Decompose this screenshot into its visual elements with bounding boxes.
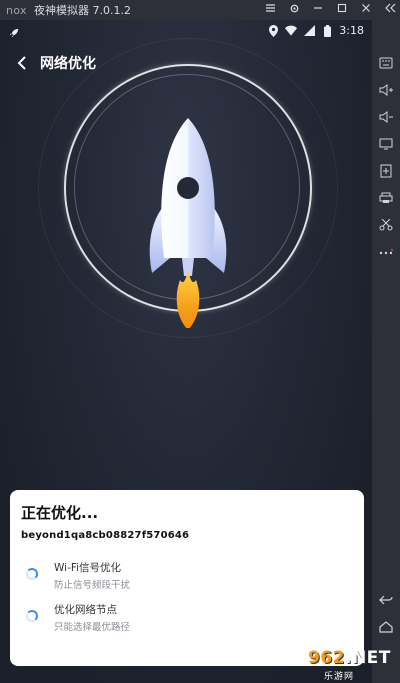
emulator-title: 夜神模拟器 7.0.1.2 <box>34 4 131 17</box>
rocket-icon <box>149 118 227 328</box>
volume-down-icon[interactable] <box>377 108 395 126</box>
task-subtitle: 只能选择最优路径 <box>54 622 131 633</box>
device-name: beyond1qa8cb08827f570646 <box>21 530 190 541</box>
titlebar-controls <box>264 2 396 14</box>
wifi-icon <box>285 25 298 37</box>
status-time: 3:18 <box>339 24 364 37</box>
optimization-sheet: 正在优化... beyond1qa8cb08827f570646 Wi-Fi信号… <box>10 490 364 666</box>
rocket-notification-icon <box>8 26 20 38</box>
loading-spinner-icon <box>26 568 38 580</box>
collapse-sidebar-icon[interactable] <box>384 2 396 14</box>
task-title: Wi-Fi信号优化 <box>54 562 122 574</box>
watermark-suffix: .NET <box>345 648 391 668</box>
status-right: 3:18 <box>267 24 364 37</box>
task-wifi-signal: Wi-Fi信号优化 防止信号频段干扰 <box>26 558 346 594</box>
page-title: 网络优化 <box>40 56 96 72</box>
back-button[interactable] <box>8 49 36 77</box>
optimizing-title: 正在优化... <box>21 504 99 522</box>
emulator-titlebar: nox 夜神模拟器 7.0.1.2 <box>0 0 400 20</box>
android-back-icon[interactable] <box>377 591 395 609</box>
minimize-icon[interactable] <box>312 2 324 14</box>
battery-icon <box>321 24 333 37</box>
back-arrow-icon <box>17 56 26 70</box>
keyboard-icon[interactable] <box>377 54 395 72</box>
watermark-subtitle: 乐游网 <box>324 672 355 682</box>
task-network-node: 优化网络节点 只能选择最优路径 <box>26 600 346 636</box>
scissors-icon[interactable] <box>377 216 395 234</box>
home-icon[interactable] <box>377 618 395 636</box>
maximize-icon[interactable] <box>336 2 348 14</box>
emulator-sidebar <box>372 20 400 683</box>
location-icon <box>267 24 279 37</box>
print-icon[interactable] <box>377 189 395 207</box>
menu-icon[interactable] <box>264 2 276 14</box>
screen-icon[interactable] <box>377 135 395 153</box>
add-apk-icon[interactable] <box>377 162 395 180</box>
volume-up-icon[interactable] <box>377 81 395 99</box>
task-title: 优化网络节点 <box>54 604 117 616</box>
close-icon[interactable] <box>360 2 372 14</box>
signal-icon <box>303 25 315 37</box>
loading-spinner-icon <box>26 610 38 622</box>
site-watermark: 962.NET 乐游网 <box>306 648 390 682</box>
watermark-number: 962 <box>308 648 345 668</box>
app-header: 网络优化 <box>0 44 372 82</box>
task-subtitle: 防止信号频段干扰 <box>54 580 131 591</box>
watermark-logo: 962.NET <box>308 648 391 668</box>
settings-icon[interactable] <box>288 2 300 14</box>
nox-logo: nox <box>6 3 27 17</box>
more-icon[interactable] <box>377 243 395 261</box>
phone-screen: 3:18 网络优化 正在优化... beyond1qa8cb08827f5706… <box>0 20 372 683</box>
